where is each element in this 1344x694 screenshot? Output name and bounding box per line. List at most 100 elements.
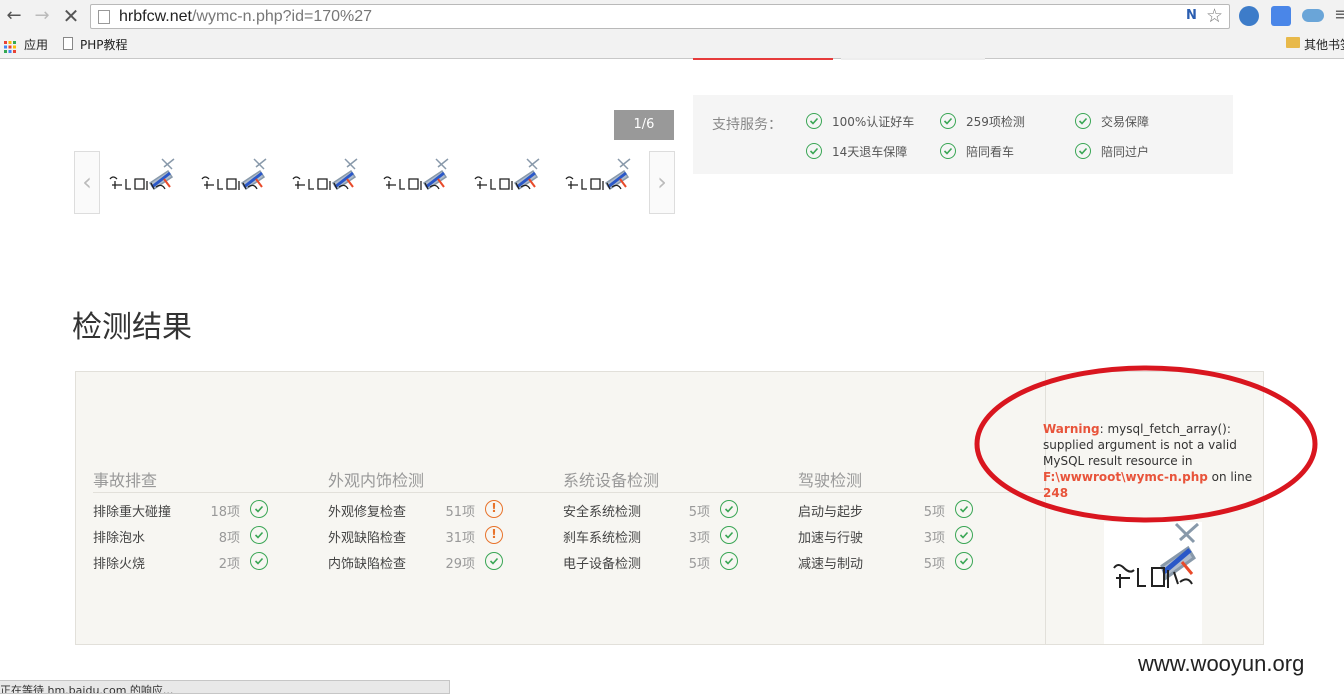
status-text: 正在等待 hm.baidu.com 的响应... — [0, 684, 174, 694]
gallery-pager: 1/6 — [614, 110, 674, 140]
gallery-thumbnail[interactable] — [560, 157, 638, 205]
check-circle-icon — [1075, 143, 1091, 159]
check-circle-icon — [720, 526, 738, 544]
gallery-thumbnail[interactable] — [469, 157, 547, 205]
check-circle-icon — [485, 552, 503, 570]
no-image-graphic — [565, 158, 631, 191]
check-item-label: 排除火烧 — [93, 557, 146, 572]
check-item-row: 电子设备检测 5项 — [563, 552, 763, 573]
forward-arrow-icon[interactable]: → — [31, 5, 53, 27]
check-item-row: 启动与起步 5项 — [798, 500, 998, 521]
apps-grid-icon[interactable] — [4, 38, 16, 53]
check-item-count: 31项 — [445, 531, 475, 546]
back-arrow-icon[interactable]: ← — [3, 5, 25, 27]
page-icon — [63, 37, 73, 50]
services-label: 支持服务： — [712, 117, 782, 133]
gallery-next-button[interactable]: › — [649, 151, 675, 214]
check-item-count: 3项 — [923, 531, 945, 546]
check-item-label: 安全系统检测 — [563, 505, 642, 520]
check-circle-icon — [940, 143, 956, 159]
check-item-count: 3项 — [688, 531, 710, 546]
check-item-label: 内饰缺陷检查 — [328, 557, 407, 572]
bookmark-apps[interactable]: 应用 — [24, 36, 48, 53]
cloud-extension-icon[interactable] — [1302, 9, 1324, 22]
page-icon — [98, 10, 110, 24]
google-translate-icon[interactable] — [1271, 6, 1291, 26]
check-item-count: 8项 — [218, 531, 240, 546]
bookmark-star-icon[interactable]: ☆ — [1206, 5, 1223, 27]
gallery-prev-button[interactable]: ‹ — [74, 151, 100, 214]
check-item-count: 18项 — [210, 505, 240, 520]
menu-icon[interactable]: ≡ — [1334, 4, 1344, 25]
check-item-count: 5项 — [923, 557, 945, 572]
check-circle-icon — [806, 113, 822, 129]
check-item-row: 排除重大碰撞 18项 — [93, 500, 293, 521]
check-item-label: 启动与起步 — [798, 505, 864, 520]
check-circle-icon — [250, 552, 268, 570]
no-image-graphic — [1113, 522, 1199, 588]
warning-circle-icon: ! — [485, 500, 503, 518]
divider — [93, 492, 1045, 493]
check-item-label: 排除重大碰撞 — [93, 505, 172, 520]
category-title: 外观内饰检测 — [328, 471, 425, 490]
check-circle-icon — [955, 552, 973, 570]
check-item-label: 外观缺陷检查 — [328, 531, 407, 546]
globe-extension-icon[interactable] — [1239, 6, 1259, 26]
check-item-count: 5项 — [688, 557, 710, 572]
check-circle-icon — [250, 526, 268, 544]
service-label: 交易保障 — [1101, 115, 1150, 129]
gallery-thumbnail[interactable] — [378, 157, 456, 205]
category-title: 事故排查 — [93, 471, 158, 490]
no-image-graphic — [474, 158, 540, 191]
check-item-row: 外观修复检查 51项! — [328, 500, 528, 521]
gallery-thumbnail[interactable] — [104, 157, 182, 205]
check-item-label: 电子设备检测 — [563, 557, 642, 572]
check-item-count: 51项 — [445, 505, 475, 520]
no-image-graphic — [292, 158, 358, 191]
check-circle-icon — [940, 113, 956, 129]
results-title: 检测结果 — [72, 310, 192, 345]
check-item-label: 加速与行驶 — [798, 531, 864, 546]
bookmark-php-tutorial[interactable]: PHP教程 — [80, 36, 128, 53]
check-circle-icon — [720, 552, 738, 570]
bookmark-other[interactable]: 其他书签 — [1304, 36, 1344, 53]
check-item-row: 安全系统检测 5项 — [563, 500, 763, 521]
check-circle-icon — [955, 500, 973, 518]
check-item-row: 加速与行驶 3项 — [798, 526, 998, 547]
service-label: 陪同看车 — [966, 145, 1015, 159]
check-item-row: 刹车系统检测 3项 — [563, 526, 763, 547]
url-path: /wymc-n.php?id=170%27 — [191, 8, 373, 25]
check-item-count: 2项 — [218, 557, 240, 572]
gallery-thumbnail[interactable] — [196, 157, 274, 205]
check-item-row: 排除泡水 8项 — [93, 526, 293, 547]
address-bar[interactable]: hrbfcw.net/wymc-n.php?id=170%27 N ☆ — [90, 4, 1230, 29]
bookmarks-bar: 应用 PHP教程 其他书签 — [0, 33, 1344, 59]
check-item-row: 外观缺陷检查 31项! — [328, 526, 528, 547]
check-circle-icon — [806, 143, 822, 159]
no-image-graphic — [383, 158, 449, 191]
check-item-label: 刹车系统检测 — [563, 531, 642, 546]
url-text[interactable]: hrbfcw.net/wymc-n.php?id=170%27 — [119, 8, 372, 26]
active-tab-underline — [693, 58, 833, 60]
translate-extension-icon[interactable]: N — [1186, 8, 1197, 23]
services-panel: 支持服务： 100%认证好车 259项检测 交易保障 14天退车保障 陪同看车 陪同过户 — [693, 95, 1233, 174]
check-circle-icon — [250, 500, 268, 518]
watermark: www.wooyun.org — [1138, 651, 1305, 676]
check-item-label: 外观修复检查 — [328, 505, 407, 520]
service-label: 100%认证好车 — [832, 115, 915, 129]
warning-circle-icon: ! — [485, 526, 503, 544]
tab-underline — [841, 58, 985, 60]
no-image-graphic — [109, 158, 175, 191]
browser-toolbar: ← → ✕ hrbfcw.net/wymc-n.php?id=170%27 N … — [0, 0, 1344, 33]
service-label: 14天退车保障 — [832, 145, 908, 159]
annotation-ellipse — [974, 365, 1318, 523]
category-title: 系统设备检测 — [563, 471, 660, 490]
gallery-thumbnail[interactable] — [287, 157, 365, 205]
category-title: 驾驶检测 — [798, 471, 863, 490]
stop-loading-icon[interactable]: ✕ — [60, 5, 82, 27]
service-label: 陪同过户 — [1101, 145, 1150, 159]
check-circle-icon — [1075, 113, 1091, 129]
check-item-count: 5项 — [923, 505, 945, 520]
check-circle-icon — [955, 526, 973, 544]
check-item-row: 排除火烧 2项 — [93, 552, 293, 573]
